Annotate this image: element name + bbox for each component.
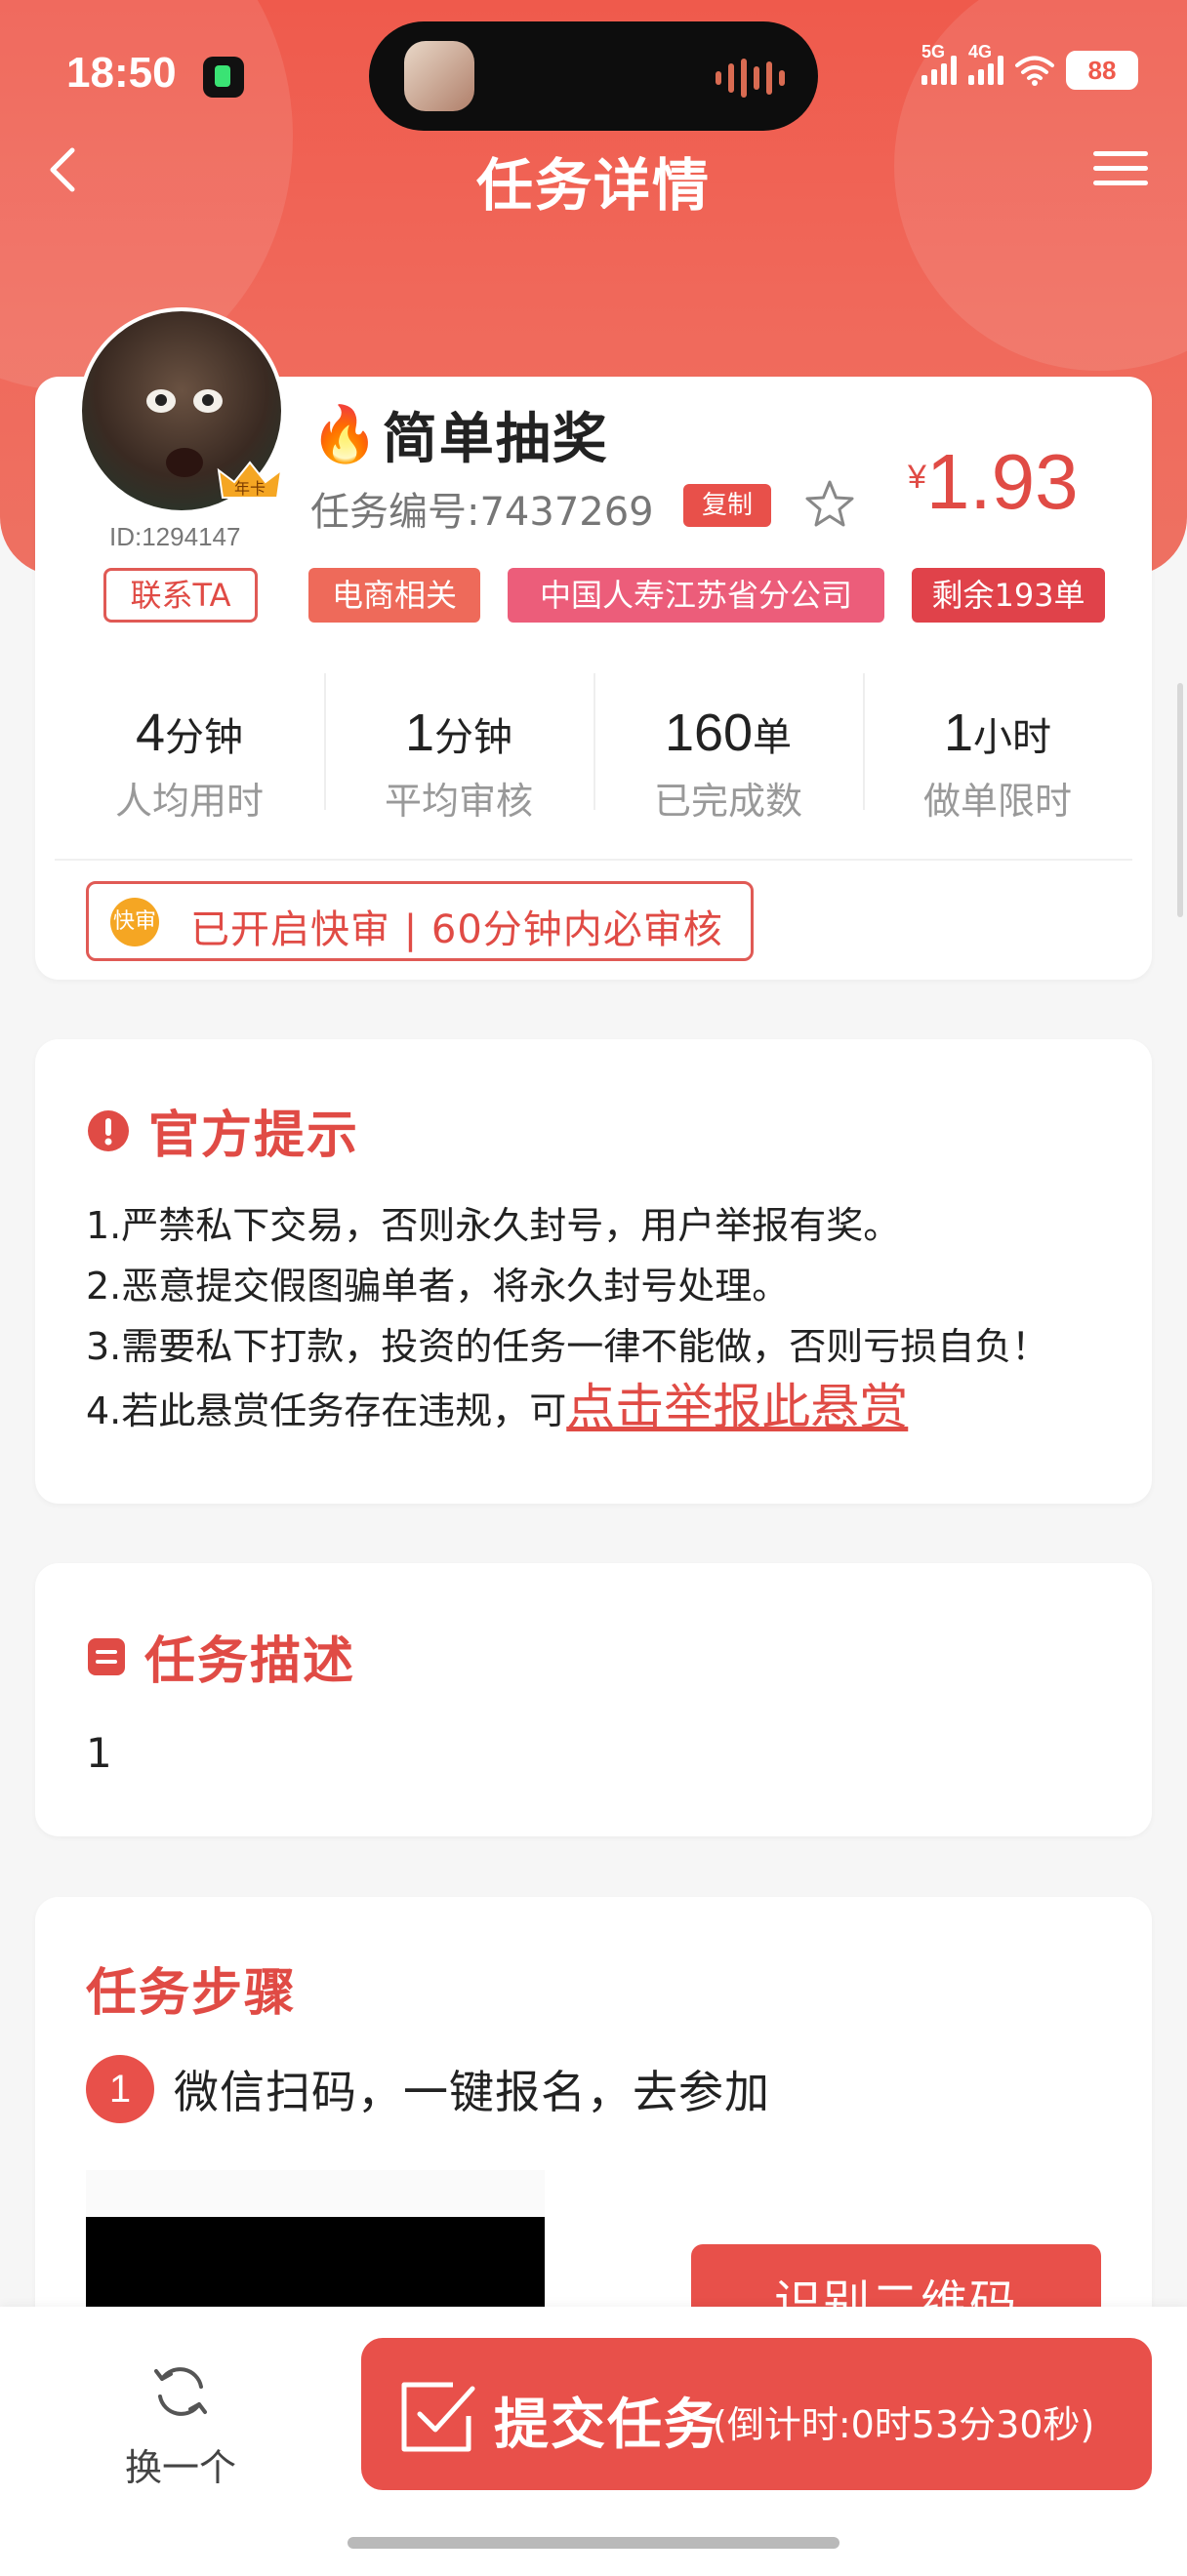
stat-avg-time: 4分钟 人均用时 [55, 673, 324, 823]
stat-label: 做单限时 [922, 780, 1072, 823]
notice-line: 3.需要私下打款，投资的任务一律不能做，否则亏损自负！ [86, 1325, 1049, 1368]
stat-avg-review: 1分钟 平均审核 [324, 673, 594, 823]
description-header: 任务描述 [86, 1620, 355, 1693]
swap-task-button[interactable]: 换一个 [117, 2357, 244, 2491]
signal-5g-icon: 5G [921, 42, 957, 85]
net-label: 5G [921, 42, 946, 61]
annual-card-badge-icon: 年卡 [217, 461, 283, 499]
tag-remaining: 剩余193单 [912, 568, 1105, 623]
fast-review-banner: 快审 已开启快审 | 60分钟内必审核 [86, 881, 754, 961]
audio-wave-icon [716, 59, 785, 98]
copy-button[interactable]: 复制 [683, 484, 771, 527]
stat-label: 已完成数 [653, 780, 802, 823]
document-icon [88, 1637, 125, 1675]
stat-unit: 分钟 [165, 715, 244, 760]
description-text: 1 [86, 1729, 112, 1777]
submit-task-button[interactable]: 提交任务 (倒计时:0时53分30秒) [361, 2338, 1152, 2490]
task-title-row: 🔥 简单抽奖 [310, 395, 609, 474]
price-value: 1.93 [925, 438, 1079, 525]
stat-value: 4 [135, 704, 166, 762]
status-bar: 18:50 5G 4G 88 [0, 0, 1187, 146]
tag-merchant: 中国人寿江苏省分公司 [508, 568, 884, 623]
avatar-eye [193, 389, 223, 413]
step-text: 微信扫码，一键报名，去参加 [174, 2066, 770, 2118]
divider [55, 859, 1132, 861]
step-number: 1 [86, 2055, 154, 2123]
submit-label: 提交任务 [494, 2394, 720, 2457]
notice-line: 1.严禁私下交易，否则永久封号，用户举报有奖。 [86, 1204, 901, 1247]
stat-value: 1 [943, 704, 974, 762]
refresh-icon [154, 2367, 207, 2416]
step-item: 1 微信扫码，一键报名，去参加 [86, 2055, 770, 2123]
notice-line: 2.恶意提交假图骗单者，将永久封号处理。 [86, 1265, 790, 1308]
countdown-text: (倒计时:0时53分30秒) [713, 2403, 1095, 2446]
task-description-card: 任务描述 1 [35, 1563, 1152, 1836]
task-number: 任务编号:7437269 [310, 490, 654, 535]
notice-list: 1.严禁私下交易，否则永久封号，用户举报有奖。 2.恶意提交假图骗单者，将永久封… [86, 1195, 1048, 1441]
notice-line: 4.若此悬赏任务存在违规，可 [86, 1389, 567, 1432]
notice-title: 官方提示 [148, 1107, 360, 1165]
page-title: 任务详情 [475, 152, 711, 219]
status-time: 18:50 [66, 49, 177, 97]
signal-4g-icon: 4G [968, 42, 1003, 85]
stat-unit: 分钟 [434, 715, 513, 760]
stat-unit: 单 [753, 715, 793, 760]
scrollbar[interactable] [1177, 683, 1183, 917]
steps-title: 任务步骤 [86, 1964, 298, 2023]
stat-label: 人均用时 [114, 780, 264, 823]
report-link[interactable]: 点击举报此悬赏 [566, 1379, 908, 1435]
media-thumbnail [404, 41, 474, 111]
avatar-mouth [166, 448, 203, 477]
wifi-icon [1015, 56, 1054, 86]
contact-button[interactable]: 联系TA [103, 568, 258, 623]
tag-category: 电商相关 [308, 568, 480, 623]
stat-completed: 160单 已完成数 [594, 673, 863, 823]
fast-review-text: 已开启快审 | 60分钟内必审核 [190, 907, 723, 952]
notice-line-4: 4.若此悬赏任务存在违规，可点击举报此悬赏 [86, 1377, 1048, 1441]
fire-icon: 🔥 [310, 402, 379, 466]
menu-icon[interactable] [1082, 141, 1160, 200]
stat-value: 160 [664, 704, 754, 762]
battery-icon: 88 [1066, 51, 1138, 90]
task-title: 简单抽奖 [382, 408, 609, 471]
user-id: ID:1294147 [109, 522, 241, 551]
checkbox-icon [401, 2382, 475, 2452]
home-indicator[interactable] [348, 2537, 839, 2549]
stat-unit: 小时 [973, 715, 1052, 760]
badge-text: 年卡 [234, 479, 266, 498]
stat-label: 平均审核 [384, 780, 533, 823]
description-title: 任务描述 [144, 1632, 356, 1691]
fast-review-icon: 快审 [110, 898, 159, 946]
stat-value: 1 [404, 704, 435, 762]
bottom-action-bar: 换一个 提交任务 (倒计时:0时53分30秒) [0, 2307, 1187, 2576]
reward-price: ¥1.93 [908, 437, 1079, 527]
price-currency: ¥ [908, 459, 926, 496]
official-notice-card: 官方提示 1.严禁私下交易，否则永久封号，用户举报有奖。 2.恶意提交假图骗单者… [35, 1039, 1152, 1504]
swap-label: 换一个 [124, 2446, 236, 2489]
screenshot-statusbar [86, 2170, 545, 2217]
status-icons: 5G 4G 88 [921, 42, 1138, 90]
star-icon[interactable] [800, 476, 859, 535]
dynamic-island[interactable] [369, 21, 818, 131]
net-label: 4G [968, 42, 993, 61]
stat-time-limit: 1小时 做单限时 [863, 673, 1132, 823]
notice-header: 官方提示 [86, 1094, 359, 1167]
alert-icon [88, 1109, 129, 1151]
music-app-icon [203, 57, 244, 98]
task-stats: 4分钟 人均用时 1分钟 平均审核 160单 已完成数 1小时 做单限时 [55, 673, 1132, 823]
avatar-eye [146, 389, 176, 413]
